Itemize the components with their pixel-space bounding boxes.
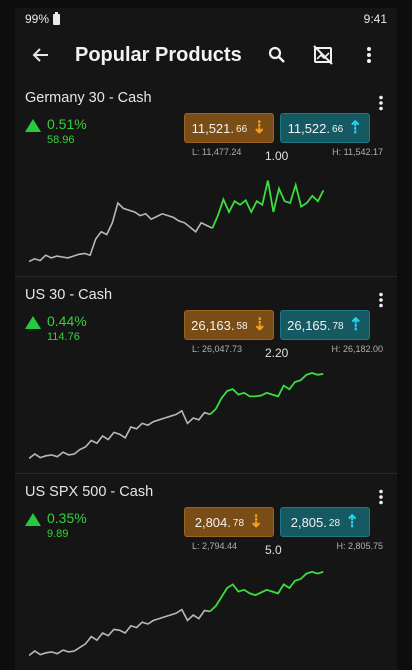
battery-level: 99% [25, 12, 50, 26]
arrow-down-icon: ⇣ [252, 315, 267, 334]
sell-price-small: 78 [232, 518, 245, 529]
arrow-left-icon [32, 48, 48, 62]
search-icon [268, 46, 285, 63]
trend-up-icon [25, 119, 41, 132]
change-percent: 0.35% [47, 510, 87, 526]
spread-value: 2.20 [265, 346, 289, 360]
change-points: 114.76 [47, 331, 80, 343]
change-points: 58.96 [47, 134, 75, 146]
more-vert-icon [379, 95, 383, 111]
buy-price-small: 28 [328, 518, 341, 529]
buy-price-main: 26,165. [287, 317, 331, 333]
product-menu-button[interactable] [373, 92, 389, 114]
sell-button[interactable]: 26,163. 58 ⇣ [184, 310, 274, 340]
price-sparkline-chart [29, 570, 324, 657]
daily-change: 0.44% 114.76 [25, 313, 87, 343]
sell-price-main: 26,163. [191, 317, 235, 333]
product-menu-button[interactable] [373, 289, 389, 311]
battery-icon [53, 11, 61, 25]
product-card[interactable]: US 30 - Cash 0.44% 114.76 26,163. 58 ⇣ 2… [15, 277, 397, 474]
more-options-button[interactable] [351, 37, 387, 73]
clock: 9:41 [363, 12, 387, 26]
daily-change: 0.35% 9.89 [25, 510, 87, 540]
change-percent: 0.44% [47, 313, 87, 329]
more-vert-icon [379, 292, 383, 308]
high-price: H: 11,542.17 [332, 147, 383, 157]
low-price: L: 2,794.44 [192, 541, 238, 551]
change-percent: 0.51% [47, 116, 87, 132]
price-sparkline-chart [29, 372, 324, 460]
sell-button[interactable]: 11,521. 66 ⇣ [184, 113, 274, 143]
buy-button[interactable]: 26,165. 78 ⇡ [280, 310, 370, 340]
sell-price-main: 11,521. [191, 120, 235, 136]
recent-line [209, 570, 324, 613]
toggle-charts-button[interactable] [305, 37, 341, 73]
low-price: L: 26,047.73 [192, 344, 243, 354]
history-line [29, 201, 213, 263]
history-line [29, 608, 211, 657]
change-points: 9.89 [47, 528, 69, 540]
buy-price-main: 11,522. [287, 120, 331, 136]
recent-line [211, 180, 325, 229]
more-vert-icon [367, 47, 371, 63]
product-card[interactable]: US SPX 500 - Cash 0.35% 9.89 2,804.78 ⇣ [15, 474, 397, 670]
recent-line [209, 372, 324, 416]
product-card[interactable]: Germany 30 - Cash 0.51% 58.96 11,521. 66 … [15, 80, 397, 277]
product-name: Germany 30 - Cash [25, 90, 152, 106]
buy-button[interactable]: 11,522. 66 ⇡ [280, 113, 370, 143]
history-line [29, 409, 211, 460]
arrow-up-icon: ⇡ [348, 315, 363, 334]
chart-off-icon [313, 45, 333, 65]
high-price: H: 2,805.75 [336, 541, 383, 551]
status-bar: 99% 9:41 [15, 8, 397, 30]
search-button[interactable] [259, 37, 295, 73]
buy-price-small: 78 [332, 321, 344, 332]
arrow-down-icon: ⇣ [252, 118, 267, 137]
arrow-down-icon: ⇣ [249, 512, 264, 531]
app-bar: Popular Products [15, 30, 397, 80]
app-frame: 99% 9:41 Popular Products Germany 30 - C… [15, 8, 397, 670]
buy-price-main: 2,805. [290, 514, 327, 530]
more-vert-icon [379, 489, 383, 505]
buy-button[interactable]: 2,805. 28 ⇡ [280, 507, 370, 537]
sell-button[interactable]: 2,804. 78 ⇣ [184, 507, 274, 537]
product-name: US SPX 500 - Cash [25, 484, 154, 500]
back-button[interactable] [25, 39, 57, 71]
sell-price-small: 66 [236, 124, 248, 135]
buy-price-small: 66 [332, 124, 344, 135]
low-price: L: 11,477.24 [192, 147, 242, 157]
product-menu-button[interactable] [373, 486, 389, 508]
sell-price-main: 2,804. [194, 514, 231, 530]
trend-up-icon [25, 316, 41, 329]
arrow-up-icon: ⇡ [345, 512, 360, 531]
trend-up-icon [25, 513, 41, 526]
page-title: Popular Products [75, 43, 242, 66]
sell-price-small: 58 [236, 321, 248, 332]
spread-value: 1.00 [265, 149, 289, 163]
product-list: Germany 30 - Cash 0.51% 58.96 11,521. 66 … [15, 80, 397, 670]
price-sparkline-chart [29, 180, 325, 263]
arrow-up-icon: ⇡ [348, 118, 363, 137]
daily-change: 0.51% 58.96 [25, 116, 87, 146]
high-price: H: 26,182.00 [331, 344, 383, 354]
spread-value: 5.0 [265, 543, 282, 557]
battery-status: 99% [25, 11, 61, 26]
product-name: US 30 - Cash [25, 287, 113, 303]
